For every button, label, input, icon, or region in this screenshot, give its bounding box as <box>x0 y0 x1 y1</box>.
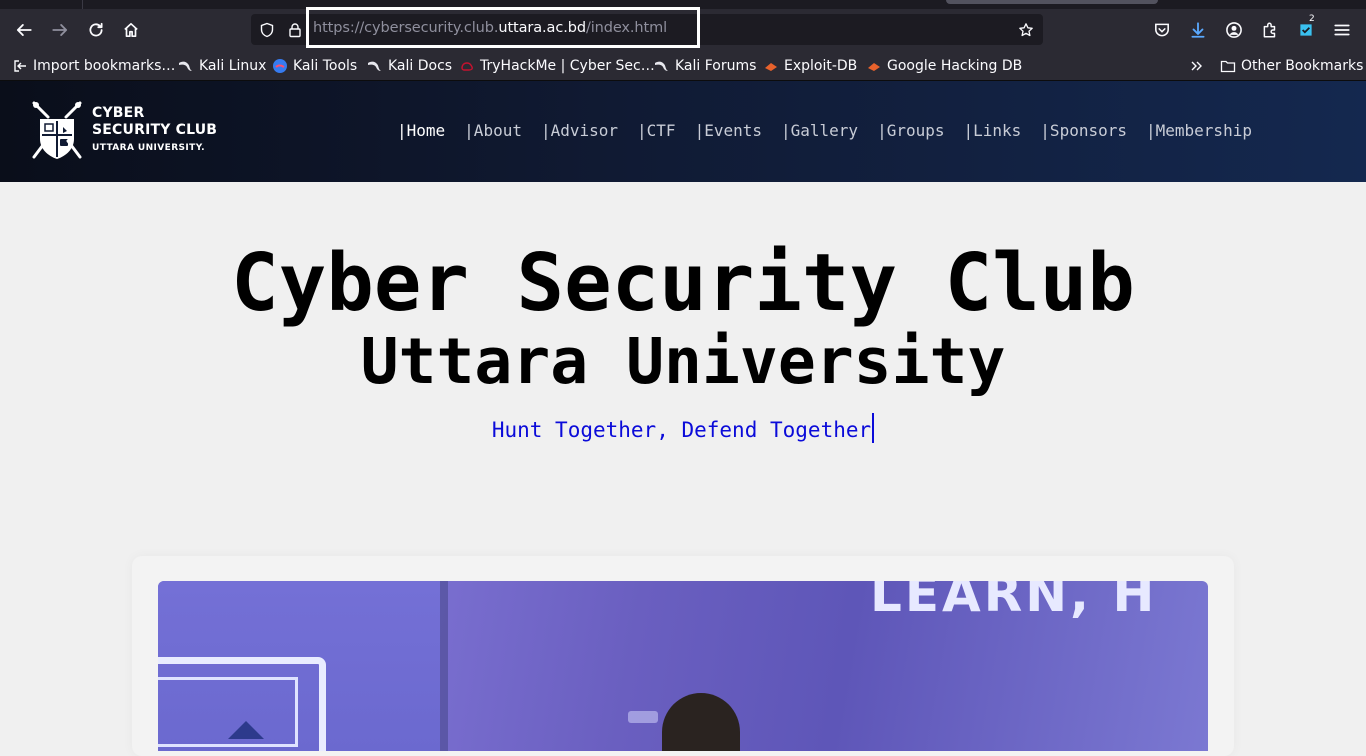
forward-button[interactable] <box>47 17 73 43</box>
site-header: CYBER SECURITY CLUB UTTARA UNIVERSITY. |… <box>0 81 1366 182</box>
reload-icon <box>89 22 103 37</box>
bookmark-kali-linux[interactable]: Kali Linux <box>178 56 266 76</box>
extensions-button[interactable] <box>1257 17 1283 43</box>
url-text[interactable]: https://cybersecurity.club.uttara.ac.bd/… <box>313 20 667 36</box>
reload-button[interactable] <box>83 17 109 43</box>
nav-home[interactable]: |Home <box>397 121 445 140</box>
extension-count-badge: 2 <box>1309 14 1315 24</box>
nav-advisor[interactable]: |Advisor <box>541 121 618 140</box>
exploit-db-icon <box>866 58 882 74</box>
photo-backdrop-seam <box>440 581 448 751</box>
nav-groups[interactable]: |Groups <box>877 121 944 140</box>
bookmark-label: Google Hacking DB <box>887 58 1023 74</box>
browser-toolbar: https://cybersecurity.club.uttara.ac.bd/… <box>0 7 1366 50</box>
kali-tools-icon <box>272 58 288 74</box>
chevron-double-right-icon <box>1189 58 1205 74</box>
tryhackme-icon <box>459 58 475 74</box>
kali-dragon-icon <box>178 58 194 74</box>
hamburger-menu-icon <box>1334 24 1350 36</box>
bookmark-kali-docs[interactable]: Kali Docs <box>367 56 452 76</box>
bookmark-google-hacking-db[interactable]: Google Hacking DB <box>866 56 1022 76</box>
photo-banner-text: LEARN, H <box>870 581 1158 623</box>
photo-arrow-shape <box>228 721 264 739</box>
kali-dragon-icon <box>367 58 383 74</box>
app-menu-button[interactable] <box>1329 17 1355 43</box>
logo-wordmark: CYBER SECURITY CLUB UTTARA UNIVERSITY. <box>92 105 217 157</box>
logo-line-3: UTTARA UNIVERSITY. <box>92 143 205 153</box>
hero-title: Cyber Security Club <box>231 237 1135 329</box>
pocket-button[interactable] <box>1149 17 1175 43</box>
other-bookmarks[interactable]: Other Bookmarks <box>1220 56 1363 76</box>
home-button[interactable] <box>118 17 144 43</box>
bookmark-label: Kali Tools <box>293 58 358 74</box>
bookmark-label: TryHackMe | Cyber Sec… <box>480 58 655 74</box>
download-icon <box>1191 22 1205 38</box>
bookmark-label: Exploit-DB <box>784 58 858 74</box>
puzzle-icon <box>1263 22 1276 38</box>
typing-caret <box>872 413 875 443</box>
main-nav: |Home |About |Advisor |CTF |Events |Gall… <box>397 121 1252 140</box>
home-icon <box>124 22 138 38</box>
shield-crest-icon <box>32 101 82 159</box>
bookmark-label: Kali Forums <box>675 58 757 74</box>
logo-line-1: CYBER <box>92 105 145 121</box>
bookmark-tryhackme[interactable]: TryHackMe | Cyber Sec… <box>459 56 655 76</box>
back-button[interactable] <box>11 17 37 43</box>
logo-line-2: SECURITY CLUB <box>92 122 218 138</box>
bookmark-kali-forums[interactable]: Kali Forums <box>654 56 756 76</box>
bookmarks-overflow-button[interactable] <box>1189 56 1205 76</box>
bookmark-label: Kali Linux <box>199 58 267 74</box>
club-logo[interactable]: CYBER SECURITY CLUB UTTARA UNIVERSITY. <box>30 99 217 163</box>
photo-highlight <box>628 711 658 723</box>
nav-sponsors[interactable]: |Sponsors <box>1040 121 1127 140</box>
tab-edge <box>82 0 83 9</box>
bookmark-import[interactable]: Import bookmarks… <box>12 56 175 76</box>
pocket-icon <box>1155 23 1169 37</box>
nav-about[interactable]: |About <box>464 121 522 140</box>
event-photo[interactable]: LEARN, H <box>158 581 1208 751</box>
nav-gallery[interactable]: |Gallery <box>781 121 858 140</box>
folder-icon <box>1220 58 1236 74</box>
nav-events[interactable]: |Events <box>695 121 762 140</box>
tracking-shield-icon[interactable] <box>258 21 276 39</box>
active-tab-indicator[interactable] <box>946 0 1158 4</box>
nav-membership[interactable]: |Membership <box>1146 121 1252 140</box>
account-button[interactable] <box>1221 17 1247 43</box>
downloads-button[interactable] <box>1185 17 1211 43</box>
extension-badge-button[interactable]: 2 <box>1293 14 1319 43</box>
tagline-text: Hunt Together, Defend Together <box>491 418 872 442</box>
bookmarks-toolbar: Import bookmarks… Kali Linux Kali Tools … <box>0 50 1366 81</box>
nav-ctf[interactable]: |CTF <box>637 121 676 140</box>
bookmark-kali-tools[interactable]: Kali Tools <box>272 56 357 76</box>
forward-arrow-icon <box>52 24 68 36</box>
bookmark-exploit-db[interactable]: Exploit-DB <box>763 56 857 76</box>
bookmark-label: Kali Docs <box>388 58 453 74</box>
hero-tagline: Hunt Together, Defend Together <box>0 413 1366 445</box>
nav-links[interactable]: |Links <box>964 121 1022 140</box>
other-bookmarks-label: Other Bookmarks <box>1241 58 1364 74</box>
import-icon <box>12 58 28 74</box>
photo-person <box>662 693 740 751</box>
bookmark-star-icon[interactable] <box>1017 21 1035 39</box>
back-arrow-icon <box>16 24 32 36</box>
account-icon <box>1226 22 1242 38</box>
bookmark-label: Import bookmarks… <box>33 58 176 74</box>
hero-subtitle: Uttara University <box>360 325 1006 398</box>
lock-icon[interactable] <box>286 21 304 39</box>
kali-dragon-icon <box>654 58 670 74</box>
exploit-db-icon <box>763 58 779 74</box>
